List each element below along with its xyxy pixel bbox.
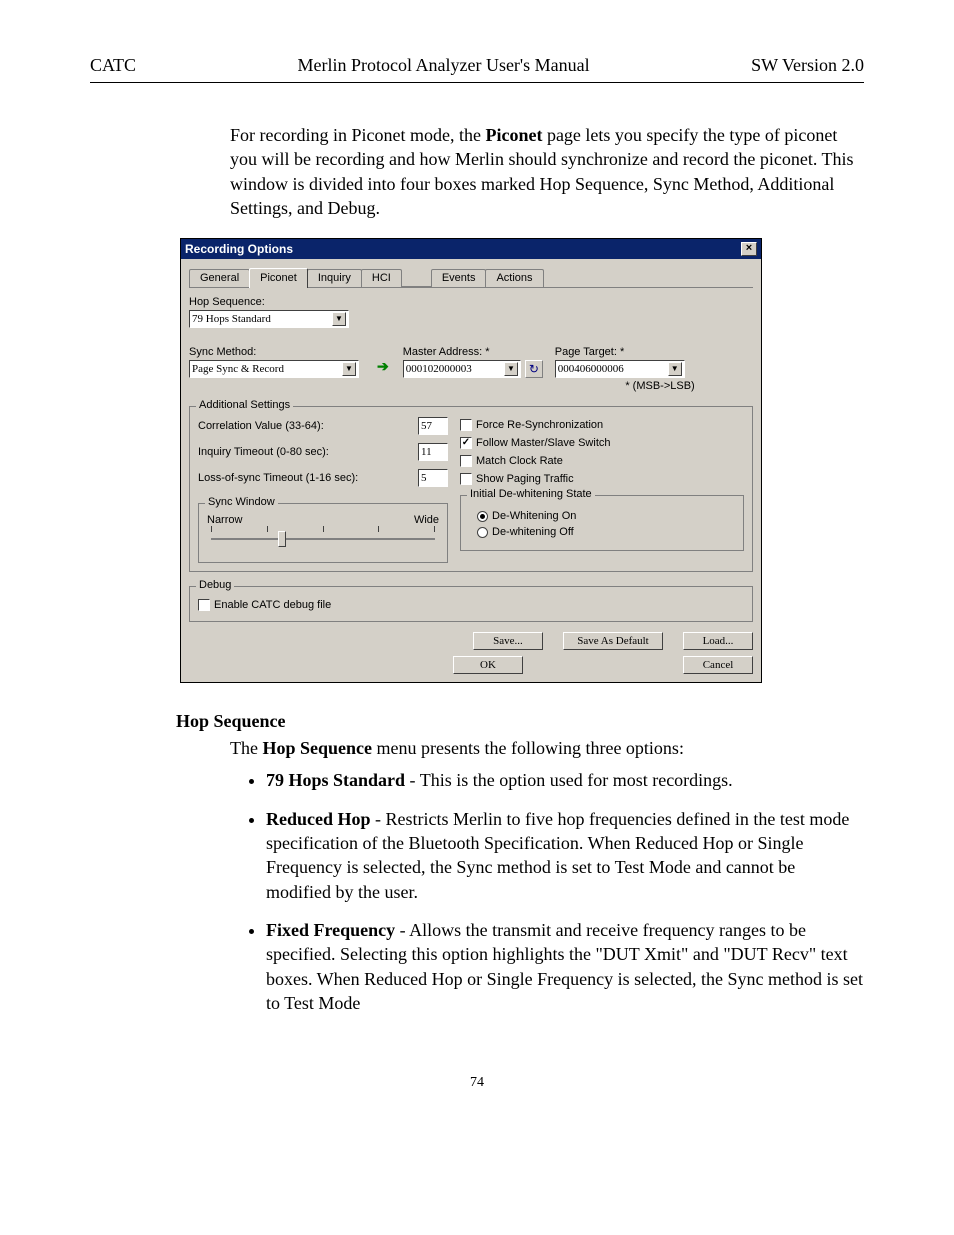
arrow-right-icon: ➔: [375, 358, 391, 375]
show-paging-checkbox[interactable]: Show Paging Traffic: [460, 473, 744, 485]
sync-window-legend: Sync Window: [205, 496, 278, 508]
msb-note: * (MSB->LSB): [555, 380, 695, 392]
section-heading: Hop Sequence: [176, 711, 864, 732]
corr-label: Correlation Value (33-64):: [198, 420, 324, 432]
cancel-button[interactable]: Cancel: [683, 656, 753, 674]
inq-label: Inquiry Timeout (0-80 sec):: [198, 446, 329, 458]
dewhitening-on-radio[interactable]: De-Whitening On: [477, 510, 735, 522]
sync-wide-label: Wide: [414, 514, 439, 526]
refresh-icon[interactable]: ↻: [525, 360, 543, 378]
hdr-center: Merlin Protocol Analyzer User's Manual: [297, 55, 589, 76]
additional-settings-legend: Additional Settings: [196, 399, 293, 411]
loss-input[interactable]: 5: [418, 469, 448, 487]
list-item: Reduced Hop - Restricts Merlin to five h…: [266, 807, 864, 904]
hop-seq-combo[interactable]: 79 Hops Standard▼: [189, 310, 349, 328]
chevron-down-icon: ▼: [342, 362, 356, 376]
list-item: Fixed Frequency - Allows the transmit an…: [266, 918, 864, 1015]
master-addr-label: Master Address: *: [403, 346, 543, 358]
sync-window-slider[interactable]: [211, 538, 435, 540]
save-button[interactable]: Save...: [473, 632, 543, 650]
tab-actions[interactable]: Actions: [485, 269, 543, 287]
dialog-title: Recording Options: [185, 242, 293, 256]
master-addr-combo[interactable]: 000102000003▼: [403, 360, 521, 378]
tabs: General Piconet Inquiry HCI Events Actio…: [189, 267, 753, 288]
sync-method-combo[interactable]: Page Sync & Record▼: [189, 360, 359, 378]
tab-inquiry[interactable]: Inquiry: [307, 269, 362, 287]
load-button[interactable]: Load...: [683, 632, 753, 650]
ok-button[interactable]: OK: [453, 656, 523, 674]
loss-label: Loss-of-sync Timeout (1-16 sec):: [198, 472, 358, 484]
force-resync-checkbox[interactable]: Force Re-Synchronization: [460, 419, 744, 431]
debug-legend: Debug: [196, 579, 234, 591]
chevron-down-icon: ▼: [332, 312, 346, 326]
tab-piconet[interactable]: Piconet: [249, 268, 308, 288]
sync-window-group: Sync Window NarrowWide: [198, 503, 448, 563]
page-target-combo[interactable]: 000406000006▼: [555, 360, 685, 378]
debug-group: Debug Enable CATC debug file: [189, 586, 753, 622]
chevron-down-icon: ▼: [504, 362, 518, 376]
dewhitening-legend: Initial De-whitening State: [467, 488, 595, 500]
sync-method-label: Sync Method:: [189, 346, 363, 358]
chevron-down-icon: ▼: [668, 362, 682, 376]
hdr-right: SW Version 2.0: [751, 55, 864, 76]
dewhitening-off-radio[interactable]: De-whitening Off: [477, 526, 735, 538]
additional-settings-group: Additional Settings Correlation Value (3…: [189, 406, 753, 572]
intro-para: For recording in Piconet mode, the Picon…: [230, 123, 864, 220]
enable-debug-checkbox[interactable]: Enable CATC debug file: [198, 599, 744, 611]
sync-narrow-label: Narrow: [207, 514, 242, 526]
hdr-rule: [90, 82, 864, 83]
inq-input[interactable]: 11: [418, 443, 448, 461]
dewhitening-group: Initial De-whitening State De-Whitening …: [460, 495, 744, 551]
follow-switch-checkbox[interactable]: ✓Follow Master/Slave Switch: [460, 437, 744, 449]
tab-hci[interactable]: HCI: [361, 269, 402, 287]
list-item: 79 Hops Standard - This is the option us…: [266, 768, 864, 792]
page-number: 74: [90, 1075, 864, 1091]
close-icon[interactable]: ×: [741, 242, 757, 256]
match-clock-checkbox[interactable]: Match Clock Rate: [460, 455, 744, 467]
hdr-left: CATC: [90, 55, 136, 76]
tab-general[interactable]: General: [189, 269, 250, 287]
corr-input[interactable]: 57: [418, 417, 448, 435]
section-body: The Hop Sequence menu presents the follo…: [230, 736, 864, 1015]
save-default-button[interactable]: Save As Default: [563, 632, 663, 650]
recording-options-dialog: Recording Options × General Piconet Inqu…: [180, 238, 762, 683]
hop-seq-label: Hop Sequence:: [189, 296, 753, 308]
page-target-label: Page Target: *: [555, 346, 695, 358]
tab-events[interactable]: Events: [431, 269, 487, 287]
